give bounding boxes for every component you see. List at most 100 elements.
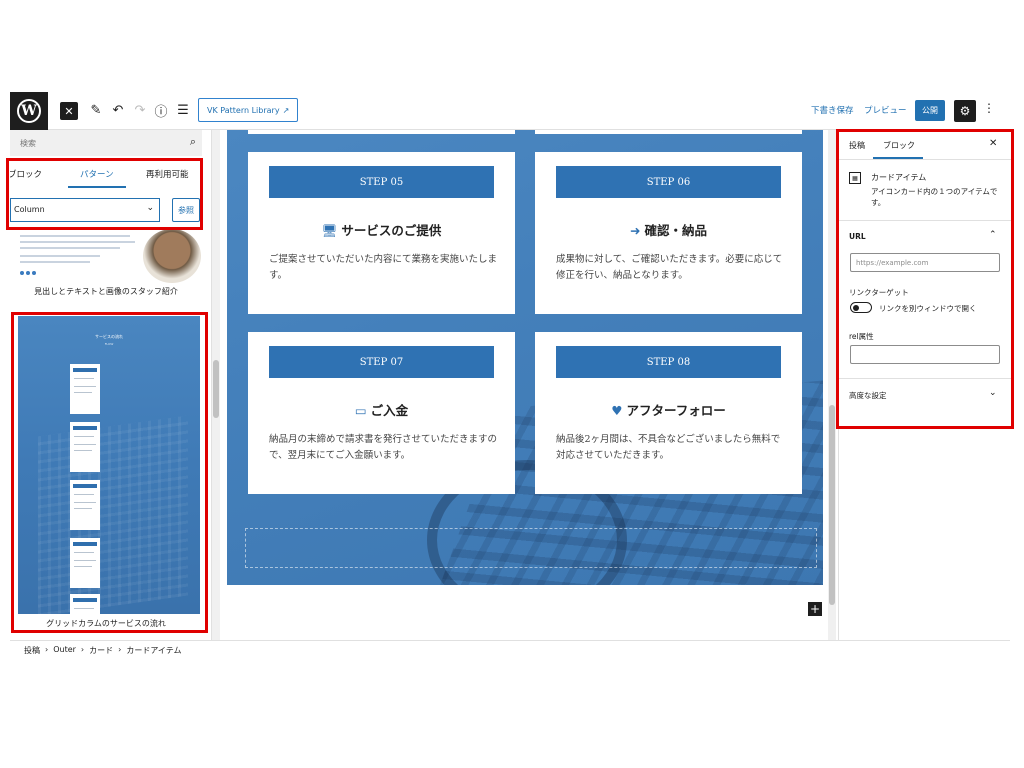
card-edge xyxy=(535,130,802,134)
editor-canvas: STEP 05 🖥 サービスのご提供 ご提案させていただいた内容にて業務を実施いた… xyxy=(220,130,836,640)
card-title: 🖥 サービスのご提供 xyxy=(248,220,515,239)
credit-card-icon: ▭ xyxy=(354,403,367,418)
block-appender[interactable] xyxy=(245,528,817,568)
sign-in-icon: ➜ xyxy=(630,223,641,238)
link-target-toggle-label: リンクを別ウィンドウで開く xyxy=(879,304,977,313)
pattern-library-label: VK Pattern Library xyxy=(207,105,280,115)
chevron-right-icon: › xyxy=(118,645,122,654)
pattern-label-staff: 見出しとテキストと画像のスタッフ紹介 xyxy=(34,287,178,296)
pattern-preview-service-flow[interactable]: サービスの流れ FLOW xyxy=(18,316,200,614)
active-tab-indicator xyxy=(68,186,126,188)
breadcrumb-item[interactable]: Outer xyxy=(53,645,76,658)
block-description: アイコンカード内の１つのアイテムです。 xyxy=(871,187,998,207)
inserter-search[interactable]: 検索 ⌕ xyxy=(10,130,202,156)
inserter-scrollbar[interactable] xyxy=(212,130,220,640)
pattern-preview-card xyxy=(70,594,100,614)
search-icon: ⌕ xyxy=(189,135,196,148)
add-block-icon[interactable]: + xyxy=(808,602,822,616)
card-title: ♥ アフターフォロー xyxy=(535,400,802,419)
divider xyxy=(839,220,1011,221)
rel-input[interactable] xyxy=(850,345,1000,364)
inserter-tabs: ブロック パターン 再利用可能 xyxy=(10,162,202,188)
card-step-label: STEP 07 xyxy=(269,346,494,378)
cover-block[interactable]: STEP 05 🖥 サービスのご提供 ご提案させていただいた内容にて業務を実施いた… xyxy=(227,130,823,585)
pattern-category-value: Column xyxy=(14,205,45,214)
wordpress-logo-icon[interactable]: W xyxy=(10,92,48,130)
tab-reusable[interactable]: 再利用可能 xyxy=(146,168,189,180)
card-text: 成果物に対して、ご確認いただきます。必要に応じて修正を行い、納品となります。 xyxy=(556,254,783,281)
card-step-label: STEP 05 xyxy=(269,166,494,198)
pattern-preview-card xyxy=(70,422,100,472)
close-icon[interactable]: ✕ xyxy=(60,102,78,120)
tab-blocks[interactable]: ブロック xyxy=(10,168,42,180)
block-name: カードアイテム xyxy=(871,173,927,182)
card-step-label: STEP 08 xyxy=(556,346,781,378)
pattern-preview-card xyxy=(70,364,100,414)
list-view-icon[interactable]: ☰ xyxy=(173,100,193,120)
external-link-icon: ↗ xyxy=(282,105,290,115)
pattern-preview-background xyxy=(38,415,188,614)
pattern-preview-title: サービスの流れ xyxy=(95,334,123,339)
card-title-text: 確認・納品 xyxy=(644,223,707,238)
divider xyxy=(839,378,1011,379)
chevron-right-icon: › xyxy=(45,645,49,654)
info-icon[interactable]: ⓘ xyxy=(151,100,171,120)
breadcrumb: 投稿 › Outer › カード › カードアイテム xyxy=(10,640,1010,658)
search-input[interactable]: 検索 xyxy=(20,138,36,149)
editor-app: W ✕ ✎ ↶ ↷ ⓘ ☰ VK Pattern Library ↗ 下書き保存… xyxy=(0,0,1024,768)
url-section-title[interactable]: URL xyxy=(849,232,866,241)
monitor-icon: 🖥 xyxy=(321,223,338,238)
tab-post[interactable]: 投稿 xyxy=(849,140,865,151)
chevron-down-icon[interactable]: ⌄ xyxy=(989,388,997,398)
card-title: ▭ ご入金 xyxy=(248,400,515,419)
top-toolbar: W ✕ ✎ ↶ ↷ ⓘ ☰ VK Pattern Library ↗ 下書き保存… xyxy=(10,92,1010,130)
breadcrumb-item[interactable]: カードアイテム xyxy=(126,645,181,658)
divider xyxy=(839,159,1011,160)
settings-sidebar: 投稿 ブロック ✕ ▦ カードアイテム アイコンカード内の１つのアイテムです。 … xyxy=(838,130,1011,640)
advanced-settings-title[interactable]: 高度な設定 xyxy=(849,390,887,401)
card-title-text: サービスのご提供 xyxy=(341,223,442,238)
rel-label: rel属性 xyxy=(849,332,874,341)
pattern-preview-card xyxy=(70,538,100,588)
pattern-preview-staff[interactable] xyxy=(18,225,202,283)
url-input[interactable]: https://example.com xyxy=(850,253,1000,272)
chevron-right-icon: › xyxy=(80,645,85,654)
card-title-text: アフターフォロー xyxy=(626,403,726,418)
breadcrumb-item[interactable]: 投稿 xyxy=(24,645,40,658)
card-item[interactable]: STEP 05 🖥 サービスのご提供 ご提案させていただいた内容にて業務を実施いた… xyxy=(248,152,515,314)
card-item[interactable]: STEP 08 ♥ アフターフォロー 納品後2ヶ月間は、不具合などございましたら無… xyxy=(535,332,802,494)
card-item-icon: ▦ xyxy=(849,172,861,184)
redo-icon[interactable]: ↷ xyxy=(130,100,150,120)
pencil-icon[interactable]: ✎ xyxy=(86,100,106,120)
undo-icon[interactable]: ↶ xyxy=(108,100,128,120)
more-options-icon[interactable]: ⋮ xyxy=(983,101,995,115)
canvas-scrollbar[interactable] xyxy=(828,130,836,640)
pattern-preview-subtitle: FLOW xyxy=(104,342,114,346)
card-title: ➜ 確認・納品 xyxy=(535,220,802,239)
save-draft-button[interactable]: 下書き保存 xyxy=(811,104,854,116)
pattern-preview-social-icons xyxy=(20,271,36,275)
preview-button[interactable]: プレビュー xyxy=(864,104,907,116)
browse-button[interactable]: 参照 xyxy=(172,198,200,222)
card-title-text: ご入金 xyxy=(370,403,409,418)
block-inserter-panel: 検索 ⌕ ブロック パターン 再利用可能 Column ⌄ 参照 見出しとテキス xyxy=(10,130,212,640)
user-heart-icon: ♥ xyxy=(611,403,623,418)
link-target-toggle[interactable] xyxy=(850,302,872,313)
pattern-label-service-flow: グリッドカラムのサービスの流れ xyxy=(46,619,166,628)
card-step-label: STEP 06 xyxy=(556,166,781,198)
gear-icon[interactable]: ⚙ xyxy=(954,100,976,122)
pattern-library-button[interactable]: VK Pattern Library ↗ xyxy=(198,98,299,122)
publish-button[interactable]: 公開 xyxy=(915,100,945,121)
pattern-category-select[interactable]: Column ⌄ xyxy=(10,198,160,222)
close-icon[interactable]: ✕ xyxy=(989,138,997,149)
card-edge xyxy=(248,130,515,134)
breadcrumb-item[interactable]: カード xyxy=(89,645,113,658)
card-item[interactable]: STEP 07 ▭ ご入金 納品月の末締めで請求書を発行させていただきますので、翌… xyxy=(248,332,515,494)
tab-block[interactable]: ブロック xyxy=(883,140,915,151)
link-target-label: リンクターゲット xyxy=(849,288,909,297)
chevron-up-icon[interactable]: ⌃ xyxy=(989,230,997,240)
pattern-preview-card xyxy=(70,480,100,530)
card-item[interactable]: STEP 06 ➜ 確認・納品 成果物に対して、ご確認いただきます。必要に応じて修… xyxy=(535,152,802,314)
tab-patterns[interactable]: パターン xyxy=(80,168,114,180)
card-text: 納品後2ヶ月間は、不具合などございましたら無料で対応させていただきます。 xyxy=(556,434,781,461)
